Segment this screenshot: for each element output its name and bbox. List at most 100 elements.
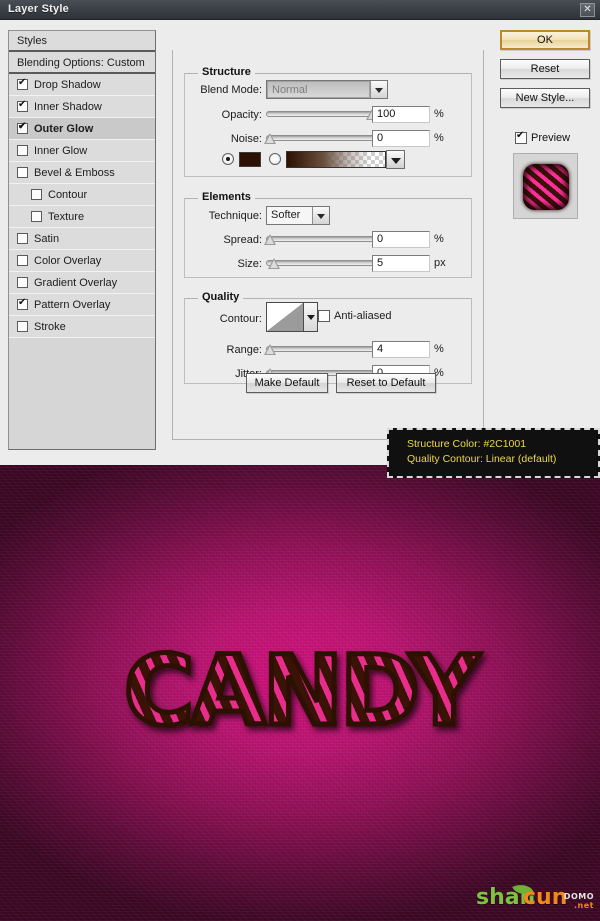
preview-checkbox[interactable]: Preview — [515, 130, 570, 144]
noise-label: Noise: — [230, 133, 262, 145]
style-label: Inner Shadow — [34, 100, 102, 113]
callout-line-1: Structure Color: #2C1001 — [407, 438, 527, 450]
range-slider[interactable] — [264, 342, 378, 356]
make-default-button[interactable]: Make Default — [246, 373, 328, 393]
slider-track — [266, 135, 378, 141]
slider-thumb[interactable] — [264, 133, 276, 144]
checkbox-inner-shadow[interactable] — [17, 99, 28, 112]
glow-gradient-radio[interactable] — [269, 153, 281, 165]
candy-text-artwork: CANDY — [0, 641, 600, 742]
checkbox-texture[interactable] — [31, 211, 42, 222]
style-row-drop-shadow[interactable]: Drop Shadow — [9, 74, 155, 96]
style-row-contour[interactable]: Contour — [9, 184, 155, 206]
window-title: Layer Style — [8, 3, 69, 15]
style-label: Outer Glow — [34, 122, 94, 135]
slider-track — [266, 346, 378, 352]
noise-unit: % — [434, 132, 444, 144]
opacity-label: Opacity: — [221, 109, 262, 121]
checkbox-inner-glow[interactable] — [17, 145, 28, 156]
reset-to-default-button[interactable]: Reset to Default — [336, 373, 436, 393]
spread-input[interactable]: 0 — [372, 231, 430, 248]
style-label: Texture — [48, 210, 85, 223]
slider-thumb[interactable] — [264, 344, 276, 355]
annotation-callout: Structure Color: #2C1001 Quality Contour… — [387, 428, 600, 478]
styles-list-panel: Styles Blending Options: Custom Drop Sha… — [8, 30, 156, 450]
checkbox-outer-glow[interactable] — [17, 121, 28, 134]
styles-list-empty-area — [9, 338, 155, 426]
style-row-satin[interactable]: Satin — [9, 228, 155, 250]
style-label: Contour — [48, 188, 88, 201]
gradient-picker-chevron-icon[interactable] — [386, 150, 405, 169]
size-slider[interactable] — [266, 256, 378, 270]
spread-label: Spread: — [223, 234, 262, 246]
slider-thumb[interactable] — [264, 234, 276, 245]
contour-chevron-down-icon[interactable] — [304, 302, 318, 332]
style-row-pattern-overlay[interactable]: Pattern Overlay — [9, 294, 155, 316]
noise-input[interactable]: 0 — [372, 130, 430, 147]
style-label: Stroke — [34, 320, 66, 333]
glow-color-swatch[interactable] — [239, 152, 261, 167]
watermark-part2: cun — [523, 885, 568, 910]
noise-slider[interactable] — [264, 131, 378, 145]
contour-preview[interactable] — [266, 302, 304, 332]
checkbox-stroke[interactable] — [17, 321, 28, 332]
opacity-slider[interactable] — [266, 107, 378, 121]
watermark-domain-top: DOMO — [563, 892, 594, 901]
glow-color-radio[interactable] — [222, 153, 234, 165]
glow-gradient-strip[interactable] — [286, 151, 386, 168]
size-unit: px — [434, 257, 446, 269]
watermark-logo: shan cun DOMO .net — [476, 877, 594, 915]
technique-label: Technique: — [208, 210, 262, 222]
style-row-gradient-overlay[interactable]: Gradient Overlay — [9, 272, 155, 294]
checkbox-anti-aliased[interactable] — [318, 310, 330, 322]
style-row-stroke[interactable]: Stroke — [9, 316, 155, 338]
checkbox-drop-shadow[interactable] — [17, 77, 28, 90]
style-label: Bevel & Emboss — [34, 166, 115, 179]
style-row-bevel-emboss[interactable]: Bevel & Emboss — [9, 162, 155, 184]
style-label: Drop Shadow — [34, 78, 101, 91]
opacity-input[interactable]: 100 — [372, 106, 430, 123]
range-unit: % — [434, 343, 444, 355]
slider-track — [266, 236, 378, 242]
technique-value: Softer — [271, 209, 301, 221]
checkbox-pattern-overlay[interactable] — [17, 297, 28, 310]
slider-thumb[interactable] — [268, 258, 280, 269]
style-label: Gradient Overlay — [34, 276, 118, 289]
checkbox-contour[interactable] — [31, 189, 42, 200]
chevron-down-icon[interactable] — [370, 81, 387, 98]
watermark-domain-bottom: .net — [574, 901, 594, 910]
style-row-color-overlay[interactable]: Color Overlay — [9, 250, 155, 272]
contour-label: Contour: — [219, 313, 262, 325]
technique-select[interactable]: Softer — [266, 206, 330, 225]
style-label: Color Overlay — [34, 254, 102, 267]
range-input[interactable]: 4 — [372, 341, 430, 358]
blend-mode-select[interactable]: Normal — [266, 80, 388, 99]
chevron-down-icon[interactable] — [312, 207, 329, 224]
checkbox-gradient-overlay[interactable] — [17, 277, 28, 288]
checkbox-preview[interactable] — [515, 130, 527, 144]
style-row-inner-glow[interactable]: Inner Glow — [9, 140, 155, 162]
size-input[interactable]: 5 — [372, 255, 430, 272]
callout-line-2: Quality Contour: Linear (default) — [407, 453, 557, 465]
checkbox-satin[interactable] — [17, 233, 28, 244]
reset-button[interactable]: Reset — [500, 59, 590, 79]
preview-thumbnail-frame — [513, 153, 578, 219]
ok-button[interactable]: OK — [500, 30, 590, 50]
checkbox-color-overlay[interactable] — [17, 255, 28, 266]
close-icon[interactable]: ✕ — [580, 3, 595, 17]
spread-slider[interactable] — [264, 232, 378, 246]
checkbox-bevel-emboss[interactable] — [17, 167, 28, 178]
blend-mode-label: Blend Mode: — [200, 84, 262, 96]
blend-mode-value: Normal — [267, 81, 370, 98]
style-row-outer-glow[interactable]: Outer Glow — [9, 118, 155, 140]
styles-header: Styles — [9, 31, 155, 52]
blending-options-row[interactable]: Blending Options: Custom — [9, 52, 155, 74]
slider-track — [266, 111, 378, 117]
result-image: CANDY shan cun DOMO .net — [0, 465, 600, 921]
style-row-inner-shadow[interactable]: Inner Shadow — [9, 96, 155, 118]
anti-aliased-checkbox[interactable]: Anti-aliased — [318, 310, 391, 322]
range-label: Range: — [226, 344, 262, 356]
new-style-button[interactable]: New Style... — [500, 88, 590, 108]
spread-unit: % — [434, 233, 444, 245]
style-row-texture[interactable]: Texture — [9, 206, 155, 228]
